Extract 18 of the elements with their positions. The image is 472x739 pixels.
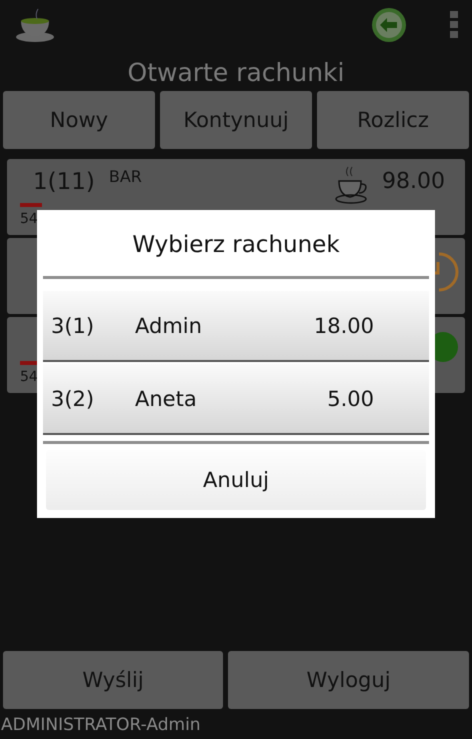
screen-title: Otwarte rachunki: [126, 58, 346, 87]
bill-option[interactable]: 3(2) Aneta 5.00: [43, 364, 429, 435]
bill-time: 54: [20, 211, 38, 227]
bill-number: 1(11): [33, 169, 95, 195]
overflow-menu-icon[interactable]: [450, 11, 458, 39]
footer-button[interactable]: Wyślij: [3, 651, 224, 709]
bill-time: 54: [20, 369, 38, 385]
tea-cup-icon: [14, 7, 56, 43]
clock-icon: [433, 252, 459, 292]
action-button[interactable]: Rozlicz: [317, 91, 469, 149]
bill-label: BAR: [108, 167, 142, 186]
bill-amount: 98.00: [382, 169, 445, 194]
action-button[interactable]: Kontynuuj: [160, 91, 312, 149]
bill-option[interactable]: 3(1) Admin 18.00: [43, 291, 429, 362]
footer-button[interactable]: Wyloguj: [228, 651, 469, 709]
action-button[interactable]: Nowy: [3, 91, 155, 149]
status-text: ADMINISTRATOR-Admin: [0, 714, 202, 737]
status-stripe: [20, 203, 42, 207]
